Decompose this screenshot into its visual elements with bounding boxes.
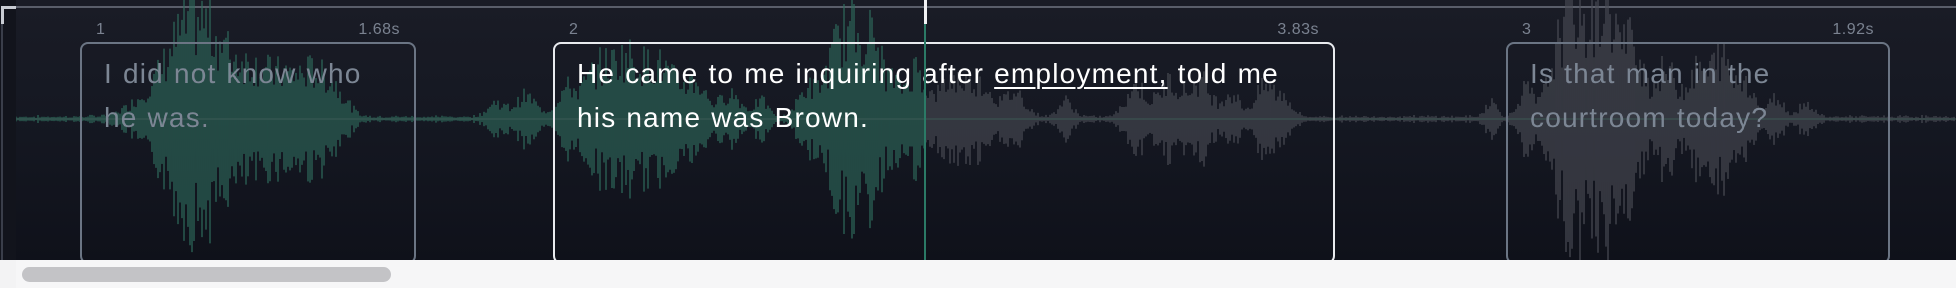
segment-word[interactable]: employment, xyxy=(994,58,1168,89)
segment-word[interactable]: courtroom xyxy=(1530,102,1667,133)
segment-word[interactable]: Brown. xyxy=(775,102,869,133)
segment-word[interactable]: was xyxy=(711,102,764,133)
segment-word[interactable]: the xyxy=(1728,58,1771,89)
track-left-edge xyxy=(1,24,3,260)
segment-word[interactable]: who xyxy=(307,58,362,89)
segment-text[interactable]: I did not know who he was. xyxy=(104,52,392,140)
segment-word[interactable]: name xyxy=(626,102,701,133)
segment-word[interactable]: He xyxy=(577,58,615,89)
segment-word[interactable]: his xyxy=(577,102,616,133)
transcript-segment-1[interactable]: 1 1.68s I did not know who he was. xyxy=(80,21,416,260)
segment-text[interactable]: Is that man in the courtroom today? xyxy=(1530,52,1866,140)
segment-word[interactable]: did xyxy=(123,58,164,89)
transcript-waveform-editor: 1 1.68s I did not know who he was. 2 3.8… xyxy=(0,0,1956,288)
segment-word[interactable]: me xyxy=(744,58,785,89)
segment-word[interactable]: inquiring xyxy=(795,58,912,89)
segment-word[interactable]: after xyxy=(922,58,984,89)
segment-word[interactable]: that xyxy=(1564,58,1616,89)
playhead[interactable] xyxy=(924,0,926,260)
segment-word[interactable]: not xyxy=(174,58,217,89)
scrollbar-thumb[interactable] xyxy=(22,267,391,282)
segment-word[interactable]: he xyxy=(104,102,138,133)
segment-word[interactable]: man xyxy=(1626,58,1684,89)
segment-word[interactable]: today? xyxy=(1677,102,1768,133)
segment-word[interactable]: came xyxy=(625,58,698,89)
segment-index: 3 xyxy=(1522,21,1532,38)
segment-word[interactable]: I xyxy=(104,58,113,89)
waveform-timeline[interactable]: 1 1.68s I did not know who he was. 2 3.8… xyxy=(16,0,1956,260)
playhead-handle[interactable] xyxy=(924,0,927,24)
segment-word[interactable]: Is xyxy=(1530,58,1554,89)
segment-word[interactable]: told xyxy=(1178,58,1228,89)
segment-duration: 1.68s xyxy=(358,21,400,38)
track-corner-marker xyxy=(0,0,19,260)
segment-word[interactable]: me xyxy=(1238,58,1279,89)
horizontal-scrollbar[interactable] xyxy=(16,260,1956,288)
segment-duration: 3.83s xyxy=(1277,21,1319,38)
segment-word[interactable]: in xyxy=(1694,58,1718,89)
segment-text[interactable]: He came to me inquiring after employment… xyxy=(577,52,1311,140)
segment-word[interactable]: know xyxy=(226,58,296,89)
segment-duration: 1.92s xyxy=(1832,21,1874,38)
segment-index: 2 xyxy=(569,21,579,38)
segment-word[interactable]: was. xyxy=(148,102,210,133)
transcript-segment-3[interactable]: 3 1.92s Is that man in the courtroom tod… xyxy=(1506,21,1890,260)
segment-word[interactable]: to xyxy=(708,58,734,89)
segment-index: 1 xyxy=(96,21,106,38)
transcript-segment-2[interactable]: 2 3.83s He came to me inquiring after em… xyxy=(553,21,1335,260)
